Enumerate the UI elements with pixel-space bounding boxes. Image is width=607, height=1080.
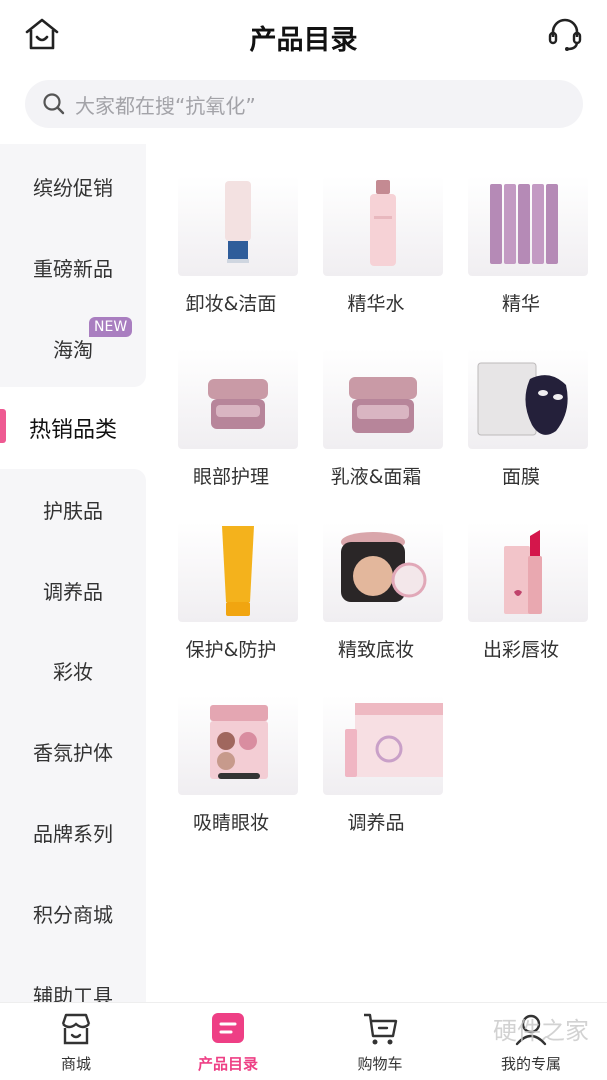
search-bar[interactable]: 大家都在搜“抗氧化” [25, 80, 583, 128]
category-sidebar: 缤纷促销 重磅新品 海淘 NEW 热销品类 护肤品 调养品 彩妆 香氛护体 品牌… [0, 144, 146, 1002]
sidebar-item-new-products[interactable]: 重磅新品 [0, 227, 146, 308]
header: 产品目录 [0, 0, 607, 74]
product-supplements[interactable]: 调养品 [301, 673, 451, 833]
product-image [323, 176, 443, 276]
product-image [323, 695, 443, 795]
headset-icon[interactable] [545, 14, 585, 54]
sidebar-item-hot-categories[interactable]: 热销品类 [0, 387, 146, 468]
product-eye-makeup[interactable]: 吸睛眼妆 [156, 673, 306, 833]
watermark: 硬件之家 [493, 1011, 589, 1046]
search-placeholder: 大家都在搜“抗氧化” [75, 90, 256, 119]
product-image [323, 349, 443, 449]
bottom-nav: 商城 产品目录 购物车 [0, 1002, 607, 1080]
store-icon [56, 1009, 96, 1049]
sidebar-item-brand-series[interactable]: 品牌系列 [0, 792, 146, 873]
nav-item-catalog[interactable]: 产品目录 [152, 1003, 304, 1080]
catalog-icon [208, 1009, 248, 1049]
new-badge: NEW [89, 317, 132, 337]
cart-icon [360, 1009, 400, 1049]
product-eye-care[interactable]: 眼部护理 [156, 327, 306, 487]
product-image [323, 522, 443, 622]
product-lotion-cream[interactable]: 乳液&面霜 [301, 327, 451, 487]
product-cleanser[interactable]: 卸妆&洁面 [156, 154, 306, 314]
product-lipstick[interactable]: 出彩唇妆 [446, 500, 596, 660]
sidebar-item-tools[interactable]: 辅助工具 [0, 954, 146, 1002]
sidebar-item-skincare[interactable]: 护肤品 [0, 469, 146, 550]
search-icon [41, 91, 67, 117]
sidebar-item-fragrance[interactable]: 香氛护体 [0, 711, 146, 792]
product-image [468, 176, 588, 276]
product-image [178, 695, 298, 795]
product-image [178, 176, 298, 276]
nav-item-cart[interactable]: 购物车 [304, 1003, 456, 1080]
product-image [468, 349, 588, 449]
nav-item-store[interactable]: 商城 [0, 1003, 152, 1080]
sidebar-item-points-mall[interactable]: 积分商城 [0, 873, 146, 954]
product-foundation[interactable]: 精致底妆 [301, 500, 451, 660]
product-image [178, 522, 298, 622]
product-mask[interactable]: 面膜 [446, 327, 596, 487]
product-serum[interactable]: 精华 [446, 154, 596, 314]
product-toner[interactable]: 精华水 [301, 154, 451, 314]
product-image [178, 349, 298, 449]
page-title: 产品目录 [0, 18, 607, 57]
sidebar-item-makeup[interactable]: 彩妆 [0, 630, 146, 711]
sidebar-item-promotion[interactable]: 缤纷促销 [0, 146, 146, 227]
product-sun-protection[interactable]: 保护&防护 [156, 500, 306, 660]
sidebar-item-supplements[interactable]: 调养品 [0, 550, 146, 631]
product-image [468, 522, 588, 622]
